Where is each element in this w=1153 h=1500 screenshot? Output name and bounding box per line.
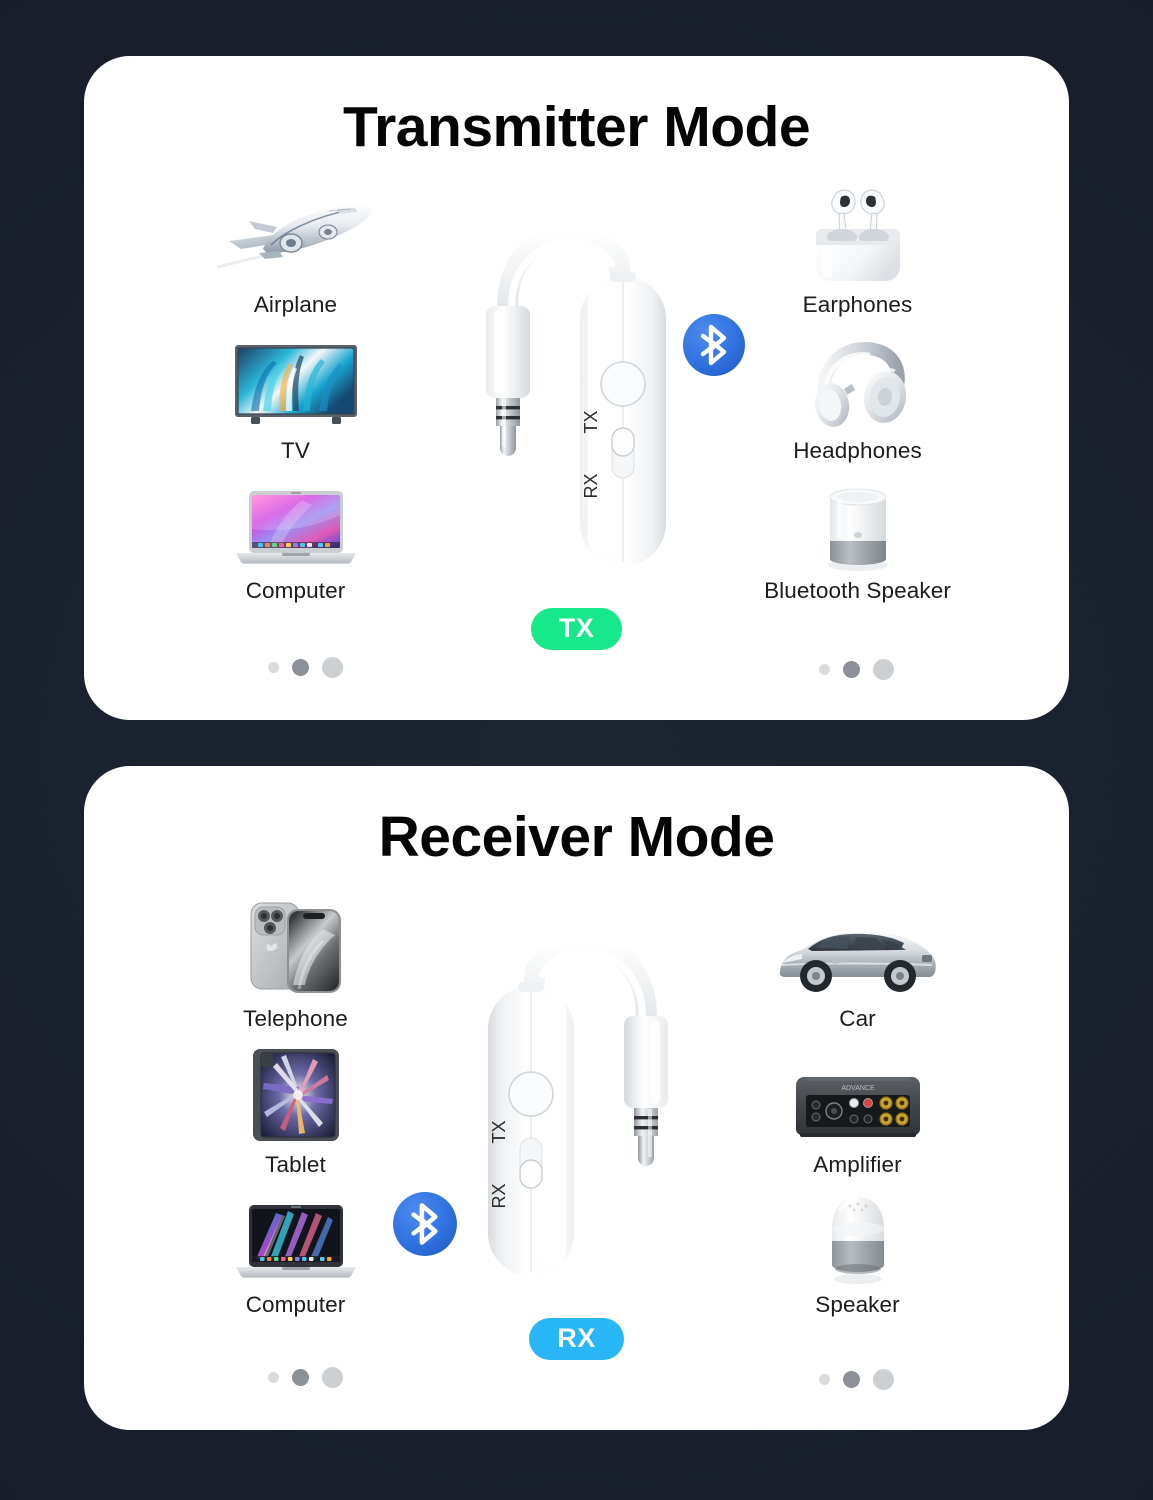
source-item-airplane: Airplane — [171, 178, 421, 318]
headphones-art — [733, 339, 983, 431]
source-item-computer-rx: Computer — [171, 1178, 421, 1318]
bluetooth-adapter-device-rx: TX RX — [487, 932, 668, 1276]
laptop-art — [171, 485, 421, 571]
tv-art — [171, 343, 421, 431]
device-label-tx: TX — [581, 410, 601, 433]
device-label-tx: TX — [489, 1120, 509, 1143]
transmitter-title: Transmitter Mode — [342, 95, 811, 159]
carousel-dots-right-tx[interactable] — [819, 659, 894, 680]
carousel-dot[interactable] — [873, 1369, 894, 1390]
tablet-icon — [252, 1049, 339, 1141]
target-item-earphones: Earphones — [733, 178, 983, 318]
target-label-earphones: Earphones — [802, 292, 913, 317]
target-item-bt-speaker: Bluetooth Speaker — [733, 464, 983, 604]
target-label-bt-speaker: Bluetooth Speaker — [764, 578, 951, 603]
tv-icon — [234, 345, 357, 424]
source-label-computer-rx: Computer — [245, 1292, 346, 1317]
over-ear-headphones-icon — [814, 341, 906, 427]
car-art — [733, 919, 983, 999]
carousel-dot[interactable] — [322, 1367, 343, 1388]
cylinder-speaker-art — [733, 475, 983, 571]
receiver-device-column: TX RX RX — [427, 888, 727, 1361]
carousel-dot[interactable] — [819, 1374, 830, 1385]
carousel-dot-active[interactable] — [843, 1371, 860, 1388]
smart-speaker-art — [733, 1189, 983, 1285]
infographic-page: Transmitter Mode Airplane TV Computer TX… — [0, 0, 1153, 1500]
source-item-computer: Computer — [171, 464, 421, 604]
smart-speaker-icon — [831, 1197, 884, 1284]
source-label-tv: TV — [281, 438, 310, 463]
bluetooth-badge-tx — [681, 312, 747, 378]
car-icon — [779, 931, 936, 992]
transmitter-body: Airplane TV Computer TX RX TX Earphones … — [84, 160, 1069, 700]
target-item-car: Car — [733, 888, 983, 1032]
amplifier-art: ADVANCE — [733, 1069, 983, 1145]
transmitter-mode-card: Transmitter Mode Airplane TV Computer TX… — [84, 56, 1069, 720]
carousel-dots-right-rx[interactable] — [819, 1369, 894, 1390]
carousel-dot-active[interactable] — [292, 659, 309, 676]
carousel-dot[interactable] — [322, 657, 343, 678]
amplifier-icon: ADVANCE — [795, 1077, 920, 1137]
bluetooth-adapter-device-tx: TX RX — [485, 222, 666, 566]
cylinder-speaker-icon — [827, 488, 888, 571]
laptop-icon — [235, 491, 356, 564]
carousel-dot[interactable] — [819, 664, 830, 675]
source-label-telephone: Telephone — [243, 1006, 348, 1031]
airplane-art — [171, 193, 421, 285]
receiver-title: Receiver Mode — [378, 805, 775, 869]
source-label-computer: Computer — [245, 578, 346, 603]
receiver-target-list: Car ADVANCE Amplifier Speaker — [733, 888, 983, 1318]
source-item-telephone: Telephone — [171, 888, 421, 1032]
target-label-amplifier: Amplifier — [813, 1152, 902, 1177]
source-item-tablet: Tablet — [171, 1032, 421, 1178]
earbuds-case-icon — [815, 189, 900, 281]
transmitter-device-column: TX RX TX — [427, 178, 727, 651]
target-item-speaker: Speaker — [733, 1178, 983, 1318]
target-label-car: Car — [839, 1006, 876, 1031]
receiver-body: Telephone Tablet Computer TX RX RX Car A… — [84, 870, 1069, 1410]
carousel-dot-active[interactable] — [292, 1369, 309, 1386]
amplifier-brand-text: ADVANCE — [841, 1085, 875, 1092]
tablet-art — [171, 1045, 421, 1145]
smartphone-icon — [250, 902, 341, 993]
tx-badge: TX — [530, 608, 623, 651]
bluetooth-icon — [683, 314, 745, 376]
earbuds-art — [733, 181, 983, 285]
receiver-source-list: Telephone Tablet Computer — [171, 888, 421, 1318]
target-label-headphones: Headphones — [793, 438, 922, 463]
carousel-dot[interactable] — [268, 1372, 279, 1383]
device-label-rx: RX — [489, 1183, 509, 1208]
laptop-art-rx — [171, 1199, 421, 1285]
device-label-rx: RX — [581, 473, 601, 498]
carousel-dots-left-rx[interactable] — [268, 1367, 343, 1388]
source-label-tablet: Tablet — [265, 1152, 326, 1177]
carousel-dot[interactable] — [268, 662, 279, 673]
transmitter-source-list: Airplane TV Computer — [171, 178, 421, 604]
carousel-dot-active[interactable] — [843, 661, 860, 678]
carousel-dot[interactable] — [873, 659, 894, 680]
receiver-mode-card: Receiver Mode Telephone Tablet Computer … — [84, 766, 1069, 1430]
target-item-headphones: Headphones — [733, 318, 983, 464]
transmitter-target-list: Earphones Headphones Bluetooth Speaker — [733, 178, 983, 604]
source-item-tv: TV — [171, 318, 421, 464]
laptop-icon — [235, 1205, 356, 1278]
source-label-airplane: Airplane — [253, 292, 338, 317]
target-label-speaker: Speaker — [815, 1292, 900, 1317]
rx-badge: RX — [529, 1318, 624, 1361]
smartphone-art — [171, 895, 421, 999]
target-item-amplifier: ADVANCE Amplifier — [733, 1032, 983, 1178]
airplane-icon — [216, 204, 371, 269]
carousel-dots-left-tx[interactable] — [268, 657, 343, 678]
